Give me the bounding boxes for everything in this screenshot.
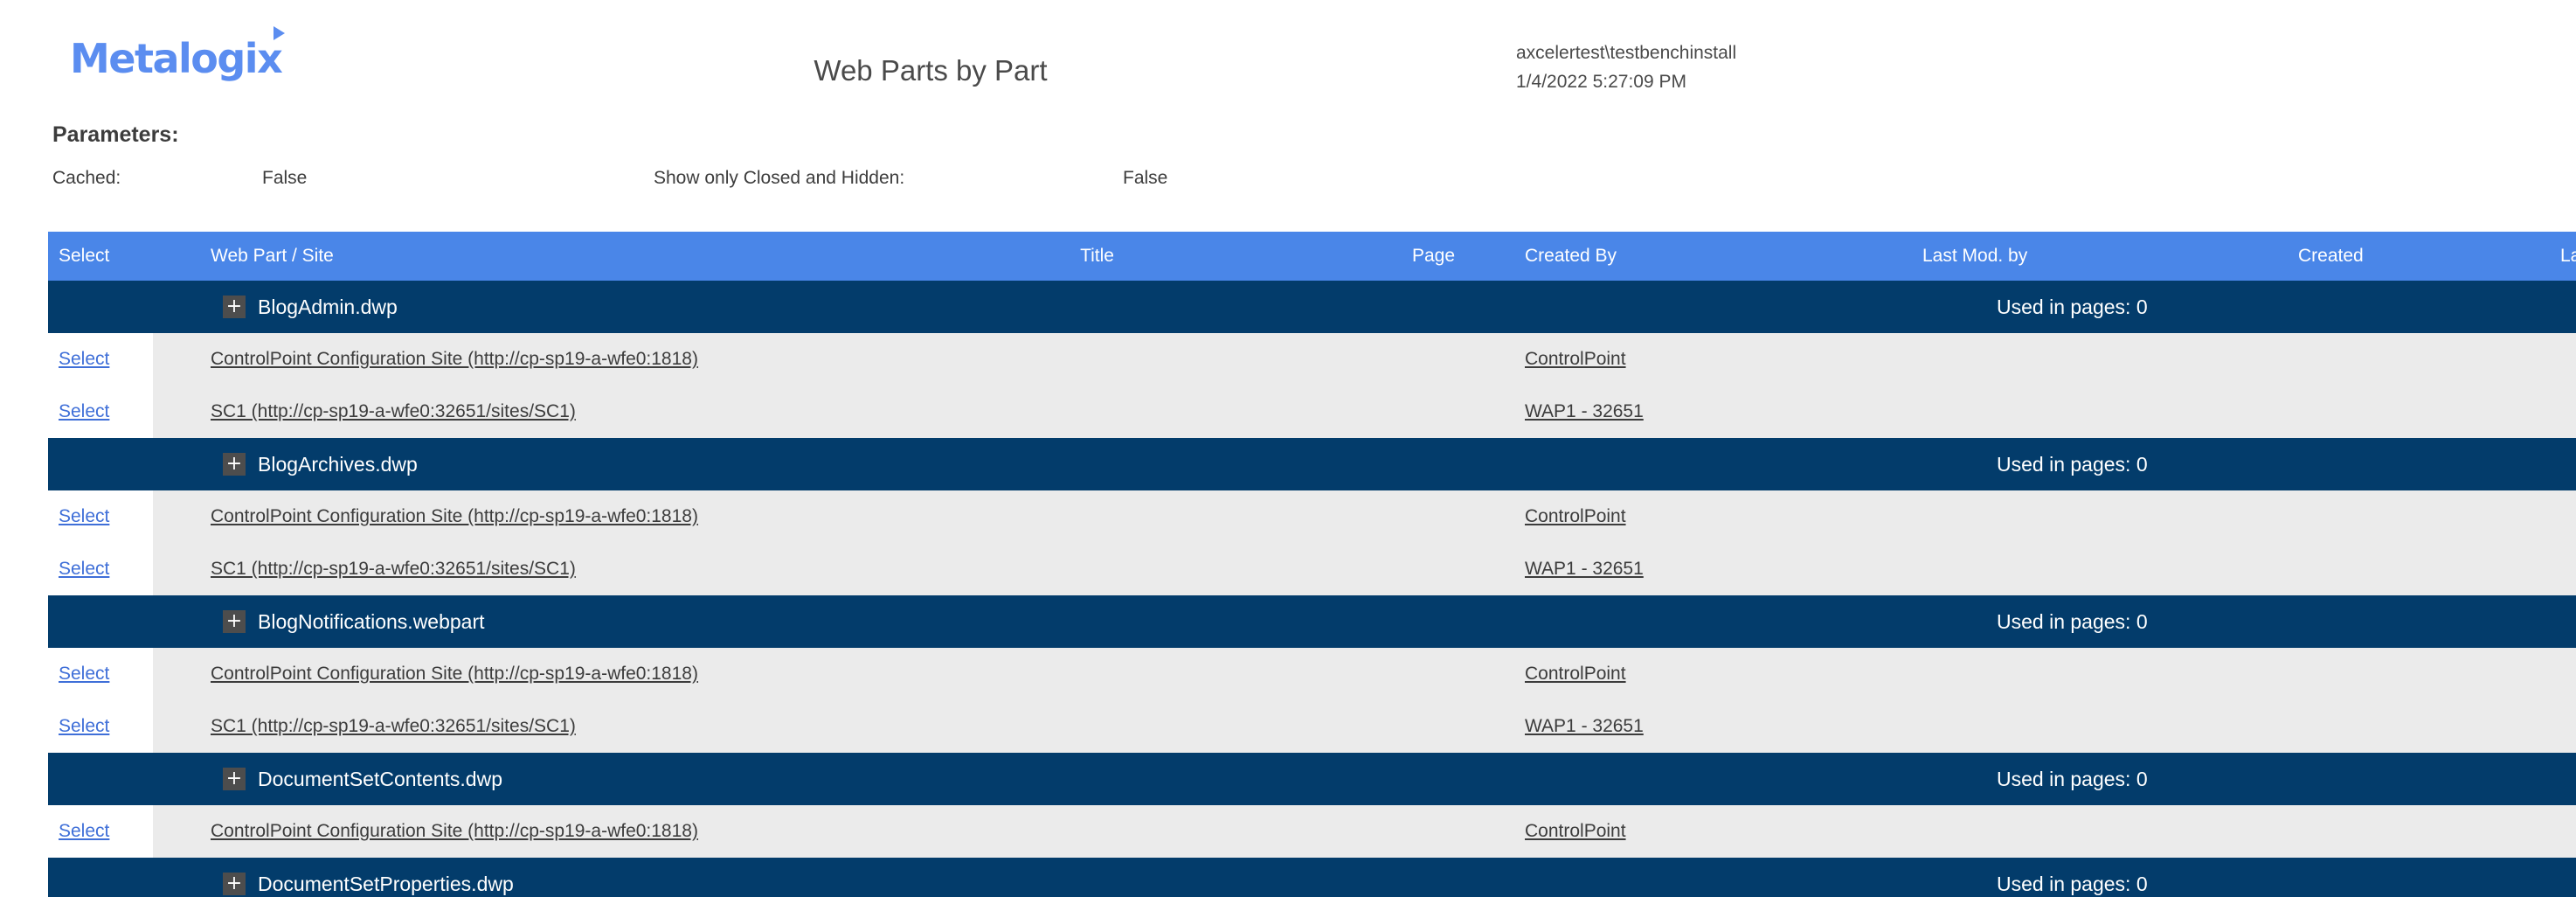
table-row: Select ControlPoint Configuration Site (h…: [48, 805, 2576, 858]
report-header: Metalogix Web Parts by Part axcelertest\…: [0, 0, 2576, 122]
column-header-select[interactable]: Select: [48, 246, 153, 267]
created-by-cell[interactable]: WAP1 - 32651: [1481, 559, 1874, 580]
site-link[interactable]: ControlPoint Configuration Site (http://…: [211, 821, 698, 841]
group-name-cell[interactable]: + DocumentSetContents.dwp: [223, 768, 1997, 791]
select-link[interactable]: Select: [59, 559, 109, 580]
select-link[interactable]: Select: [59, 401, 109, 422]
select-cell[interactable]: Select: [48, 805, 153, 858]
user-info: axcelertest\testbenchinstall 1/4/2022 5:…: [1516, 39, 1736, 96]
web-part-group-row[interactable]: + DocumentSetProperties.dwp Used in pages:…: [48, 858, 2576, 897]
created-by-cell[interactable]: WAP1 - 32651: [1481, 716, 1874, 737]
table-row: Select SC1 (http://cp-sp19-a-wfe0:32651/s…: [48, 700, 2576, 753]
site-cell[interactable]: SC1 (http://cp-sp19-a-wfe0:32651/sites/S…: [153, 559, 712, 580]
cached-value: False: [262, 168, 307, 189]
group-name-label: BlogAdmin.dwp: [258, 296, 398, 319]
group-name-label: DocumentSetContents.dwp: [258, 768, 502, 791]
site-link[interactable]: SC1 (http://cp-sp19-a-wfe0:32651/sites/S…: [211, 559, 576, 579]
created-by-link[interactable]: WAP1 - 32651: [1525, 559, 1644, 579]
group-name-cell[interactable]: + BlogAdmin.dwp: [223, 296, 1997, 319]
site-link[interactable]: ControlPoint Configuration Site (http://…: [211, 664, 698, 684]
table-row: Select ControlPoint Configuration Site (h…: [48, 648, 2576, 700]
user-name: axcelertest\testbenchinstall: [1516, 39, 1736, 68]
group-name-label: BlogNotifications.webpart: [258, 610, 485, 634]
column-header-created-by[interactable]: Created By: [1481, 246, 1874, 267]
created-by-link[interactable]: ControlPoint: [1525, 506, 1626, 526]
site-link[interactable]: SC1 (http://cp-sp19-a-wfe0:32651/sites/S…: [211, 716, 576, 736]
site-cell[interactable]: SC1 (http://cp-sp19-a-wfe0:32651/sites/S…: [153, 401, 712, 422]
created-by-link[interactable]: ControlPoint: [1525, 664, 1626, 684]
expand-plus-icon[interactable]: +: [223, 453, 246, 476]
parameters-heading: Parameters:: [52, 122, 179, 148]
expand-plus-icon[interactable]: +: [223, 873, 246, 895]
select-cell[interactable]: Select: [48, 490, 153, 543]
column-header-webpart-site[interactable]: Web Part / Site: [153, 246, 712, 267]
table-body: + BlogAdmin.dwp Used in pages: 0 Select Cont…: [48, 281, 2576, 897]
site-link[interactable]: ControlPoint Configuration Site (http://…: [211, 506, 698, 526]
web-parts-table: Select Web Part / Site Title Page Create…: [48, 232, 2576, 897]
select-link[interactable]: Select: [59, 664, 109, 685]
group-name-cell[interactable]: + BlogArchives.dwp: [223, 453, 1997, 476]
site-cell[interactable]: ControlPoint Configuration Site (http://…: [153, 506, 712, 527]
report-page: Metalogix Web Parts by Part axcelertest\…: [0, 0, 2576, 897]
created-by-cell[interactable]: ControlPoint: [1481, 664, 1874, 685]
play-triangle-icon: [274, 26, 285, 40]
table-row: Select ControlPoint Configuration Site (h…: [48, 490, 2576, 543]
created-by-link[interactable]: WAP1 - 32651: [1525, 716, 1644, 736]
used-in-pages-label: Used in pages: 0: [1997, 768, 2148, 791]
report-timestamp: 1/4/2022 5:27:09 PM: [1516, 68, 1736, 97]
select-link[interactable]: Select: [59, 506, 109, 527]
select-cell[interactable]: Select: [48, 648, 153, 700]
used-in-pages-label: Used in pages: 0: [1997, 610, 2148, 634]
table-row: Select SC1 (http://cp-sp19-a-wfe0:32651/s…: [48, 543, 2576, 595]
used-in-pages-label: Used in pages: 0: [1997, 453, 2148, 476]
created-by-cell[interactable]: WAP1 - 32651: [1481, 401, 1874, 422]
select-cell[interactable]: Select: [48, 700, 153, 753]
created-by-cell[interactable]: ControlPoint: [1481, 821, 1874, 842]
web-part-group-row[interactable]: + BlogAdmin.dwp Used in pages: 0: [48, 281, 2576, 333]
group-name-cell[interactable]: + DocumentSetProperties.dwp: [223, 873, 1997, 896]
used-in-pages-label: Used in pages: 0: [1997, 296, 2148, 319]
column-header-created[interactable]: Created: [2268, 246, 2530, 267]
column-header-last-mod-by[interactable]: Last Mod. by: [1874, 246, 2268, 267]
site-link[interactable]: SC1 (http://cp-sp19-a-wfe0:32651/sites/S…: [211, 401, 576, 421]
select-link[interactable]: Select: [59, 716, 109, 737]
table-row: Select SC1 (http://cp-sp19-a-wfe0:32651/s…: [48, 386, 2576, 438]
web-part-group-row[interactable]: + DocumentSetContents.dwp Used in pages: 0: [48, 753, 2576, 805]
used-in-pages-label: Used in pages: 0: [1997, 873, 2148, 896]
group-name-label: BlogArchives.dwp: [258, 453, 418, 476]
created-by-link[interactable]: WAP1 - 32651: [1525, 401, 1644, 421]
site-cell[interactable]: ControlPoint Configuration Site (http://…: [153, 664, 712, 685]
created-by-link[interactable]: ControlPoint: [1525, 349, 1626, 369]
site-cell[interactable]: SC1 (http://cp-sp19-a-wfe0:32651/sites/S…: [153, 716, 712, 737]
select-link[interactable]: Select: [59, 821, 109, 842]
site-link[interactable]: ControlPoint Configuration Site (http://…: [211, 349, 698, 369]
column-header-page[interactable]: Page: [1140, 246, 1481, 267]
created-by-link[interactable]: ControlPoint: [1525, 821, 1626, 841]
column-header-title[interactable]: Title: [712, 246, 1140, 267]
group-name-cell[interactable]: + BlogNotifications.webpart: [223, 610, 1997, 634]
web-part-group-row[interactable]: + BlogNotifications.webpart Used in pages:…: [48, 595, 2576, 648]
cached-label: Cached:: [52, 168, 121, 189]
expand-plus-icon[interactable]: +: [223, 768, 246, 790]
created-by-cell[interactable]: ControlPoint: [1481, 349, 1874, 370]
group-name-label: DocumentSetProperties.dwp: [258, 873, 514, 896]
created-by-cell[interactable]: ControlPoint: [1481, 506, 1874, 527]
site-cell[interactable]: ControlPoint Configuration Site (http://…: [153, 349, 712, 370]
select-link[interactable]: Select: [59, 349, 109, 370]
column-header-last-modified[interactable]: La: [2530, 246, 2576, 267]
table-row: Select ControlPoint Configuration Site (h…: [48, 333, 2576, 386]
select-cell[interactable]: Select: [48, 333, 153, 386]
parameters-section: Parameters: Cached: False Show only Clos…: [0, 122, 2576, 232]
expand-plus-icon[interactable]: +: [223, 610, 246, 633]
closed-hidden-value: False: [1123, 168, 1167, 189]
web-part-group-row[interactable]: + BlogArchives.dwp Used in pages: 0: [48, 438, 2576, 490]
select-cell[interactable]: Select: [48, 386, 153, 438]
table-header-row: Select Web Part / Site Title Page Create…: [48, 232, 2576, 281]
closed-hidden-label: Show only Closed and Hidden:: [654, 168, 904, 189]
expand-plus-icon[interactable]: +: [223, 296, 246, 318]
select-cell[interactable]: Select: [48, 543, 153, 595]
site-cell[interactable]: ControlPoint Configuration Site (http://…: [153, 821, 712, 842]
